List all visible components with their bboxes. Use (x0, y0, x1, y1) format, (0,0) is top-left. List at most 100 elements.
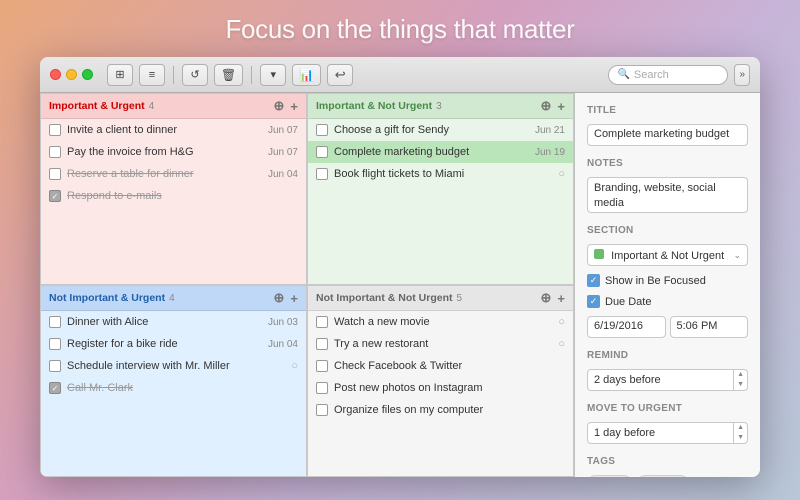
stepper-down-2[interactable]: ▼ (734, 433, 747, 443)
task-item[interactable]: Reserve a table for dinner Jun 04 (41, 163, 306, 185)
delete-button[interactable]: 🗑 (214, 64, 243, 86)
task-checkbox-checked[interactable] (49, 190, 61, 202)
app-window: ⊞ ≡ ↺ 🗑 ▾ 📊 ↩ 🔍 Search » Important & Urg… (40, 57, 760, 477)
notes-field[interactable]: Branding, website, social media (587, 177, 748, 213)
task-item[interactable]: Register for a bike ride Jun 04 (41, 333, 306, 355)
quadrant-important-urgent: Important & Urgent 4 ⊕ + Invite a client… (40, 93, 307, 285)
detail-sidebar: Title Complete marketing budget Notes Br… (575, 93, 760, 477)
search-icon: 🔍 (617, 69, 629, 80)
task-checkbox[interactable] (49, 146, 61, 158)
quadrant-grid: Important & Urgent 4 ⊕ + Invite a client… (40, 93, 575, 477)
due-date-field[interactable]: 6/19/2016 (587, 316, 666, 338)
filter-button[interactable]: ▾ (260, 64, 286, 86)
task-item[interactable]: Pay the invoice from H&G Jun 07 (41, 141, 306, 163)
task-checkbox[interactable] (49, 338, 61, 350)
search-task-icon[interactable]: ⊕ (541, 98, 552, 114)
remind-label: Remind (587, 350, 748, 361)
quadrant-count: 4 (169, 293, 175, 304)
task-item[interactable]: Watch a new movie ○ (308, 311, 573, 333)
remind-stepper[interactable]: 2 days before ▲ ▼ (587, 369, 748, 391)
add-task-icon[interactable]: + (290, 99, 298, 114)
add-task-button[interactable]: ↩ (327, 64, 353, 86)
task-text: Post new photos on Instagram (334, 382, 565, 394)
search-placeholder: Search (634, 69, 669, 81)
title-field[interactable]: Complete marketing budget (587, 124, 748, 146)
search-task-icon[interactable]: ⊕ (274, 98, 285, 114)
task-item[interactable]: Call Mr. Clark (41, 377, 306, 399)
task-item[interactable]: Invite a client to dinner Jun 07 (41, 119, 306, 141)
add-task-icon[interactable]: + (557, 291, 565, 306)
due-date-checkbox[interactable] (587, 295, 600, 308)
task-text: Check Facebook & Twitter (334, 360, 565, 372)
search-task-icon[interactable]: ⊕ (541, 290, 552, 306)
stepper-arrows-2[interactable]: ▲ ▼ (733, 423, 747, 443)
task-checkbox[interactable] (316, 146, 328, 158)
task-checkbox[interactable] (316, 316, 328, 328)
stepper-up-2[interactable]: ▲ (734, 423, 747, 433)
task-checkbox[interactable] (316, 382, 328, 394)
task-item[interactable]: Respond to e-mails (41, 185, 306, 207)
search-bar[interactable]: 🔍 Search (608, 65, 728, 85)
quadrant-title: Not Important & Not Urgent (316, 292, 453, 304)
task-checkbox-checked[interactable] (49, 382, 61, 394)
task-item[interactable]: Choose a gift for Sendy Jun 21 (308, 119, 573, 141)
task-checkbox[interactable] (316, 360, 328, 372)
task-text: Call Mr. Clark (67, 382, 298, 394)
stepper-arrows[interactable]: ▲ ▼ (733, 370, 747, 390)
task-text: Book flight tickets to Miami (334, 168, 550, 180)
toolbar-separator (173, 66, 174, 84)
task-item[interactable]: Check Facebook & Twitter (308, 355, 573, 377)
list-view-button[interactable]: ≡ (139, 64, 165, 86)
show-focused-checkbox[interactable] (587, 274, 600, 287)
task-checkbox[interactable] (49, 168, 61, 180)
task-item[interactable]: Dinner with Alice Jun 03 (41, 311, 306, 333)
task-date: Jun 04 (268, 169, 298, 180)
close-button[interactable] (50, 69, 61, 80)
task-note-icon: ○ (558, 168, 565, 180)
task-date: Jun 04 (268, 339, 298, 350)
task-text: Choose a gift for Sendy (334, 124, 529, 136)
task-item[interactable]: Book flight tickets to Miami ○ (308, 163, 573, 185)
task-checkbox[interactable] (49, 360, 61, 372)
minimize-button[interactable] (66, 69, 77, 80)
add-task-icon[interactable]: + (557, 99, 565, 114)
due-time-field[interactable]: 5:06 PM (670, 316, 749, 338)
task-text: Register for a bike ride (67, 338, 262, 350)
quadrant-actions: ⊕ + (541, 290, 566, 306)
task-checkbox[interactable] (316, 168, 328, 180)
quadrant-important-noturgent: Important & Not Urgent 3 ⊕ + Choose a gi… (307, 93, 574, 285)
expand-button[interactable]: » (734, 64, 750, 86)
task-item[interactable]: Organize files on my computer (308, 399, 573, 421)
task-text: Dinner with Alice (67, 316, 262, 328)
chart-button[interactable]: 📊 (292, 64, 321, 86)
quadrant-header-notimportant-urgent: Not Important & Urgent 4 ⊕ + (41, 286, 306, 311)
task-checkbox[interactable] (49, 316, 61, 328)
quadrant-actions: ⊕ + (274, 98, 299, 114)
toolbar-separator-2 (251, 66, 252, 84)
task-item-highlighted[interactable]: Complete marketing budget Jun 19 (308, 141, 573, 163)
stepper-down[interactable]: ▼ (734, 380, 747, 390)
task-item[interactable]: Post new photos on Instagram (308, 377, 573, 399)
tag-clients[interactable]: #clients (637, 475, 689, 477)
task-checkbox[interactable] (316, 404, 328, 416)
stepper-up[interactable]: ▲ (734, 370, 747, 380)
add-task-icon[interactable]: + (290, 291, 298, 306)
task-checkbox[interactable] (316, 124, 328, 136)
quadrant-actions: ⊕ + (541, 98, 566, 114)
quadrant-title: Not Important & Urgent (49, 292, 165, 304)
tag-work[interactable]: #work (587, 475, 632, 477)
task-checkbox[interactable] (316, 338, 328, 350)
section-select[interactable]: Important & Not Urgent ⌄ (587, 244, 748, 266)
grid-view-button[interactable]: ⊞ (107, 64, 133, 86)
search-task-icon[interactable]: ⊕ (274, 290, 285, 306)
task-text: Reserve a table for dinner (67, 168, 262, 180)
remind-value: 2 days before (588, 371, 733, 389)
task-item[interactable]: Try a new restorant ○ (308, 333, 573, 355)
task-item[interactable]: Schedule interview with Mr. Miller ○ (41, 355, 306, 377)
refresh-button[interactable]: ↺ (182, 64, 208, 86)
move-to-urgent-stepper[interactable]: 1 day before ▲ ▼ (587, 422, 748, 444)
maximize-button[interactable] (82, 69, 93, 80)
task-checkbox[interactable] (49, 124, 61, 136)
task-date: Jun 07 (268, 125, 298, 136)
quadrant-title: Important & Urgent (49, 100, 145, 112)
